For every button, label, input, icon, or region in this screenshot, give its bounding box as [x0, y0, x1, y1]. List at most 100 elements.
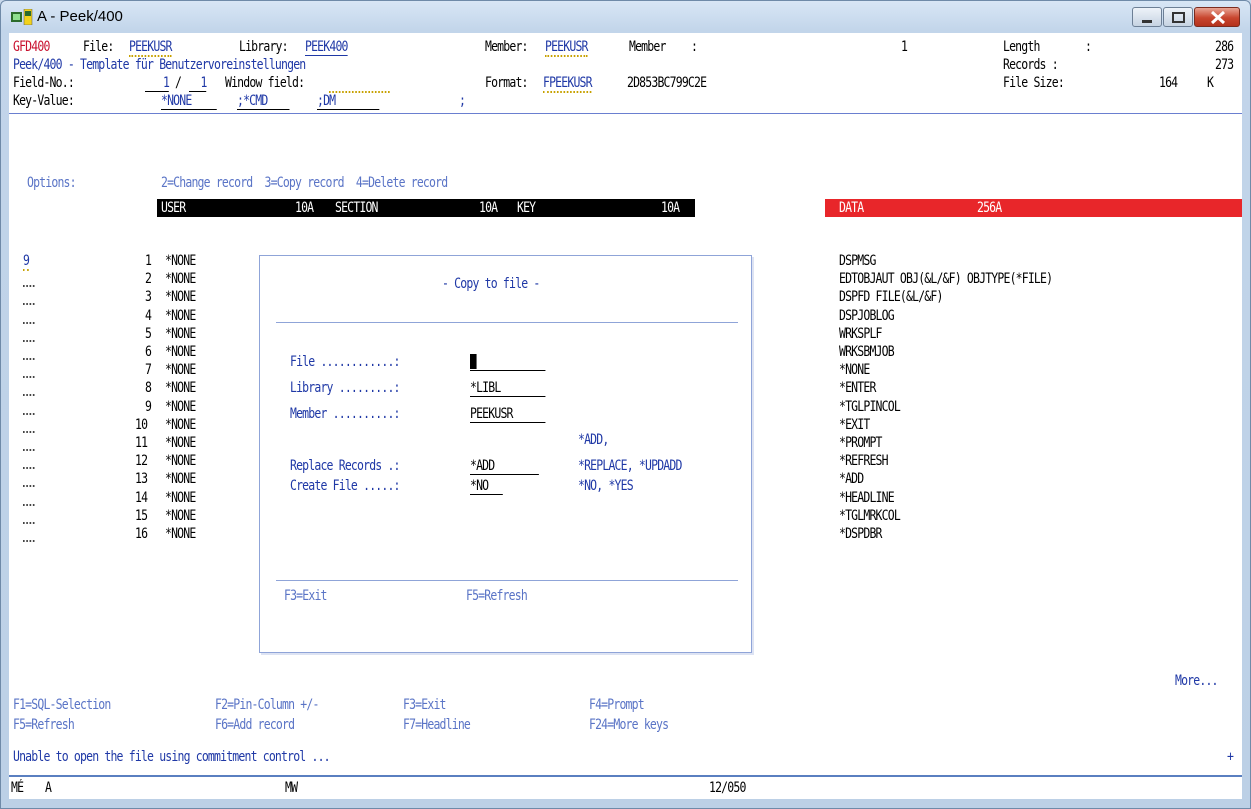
- row-option-input[interactable]: [23, 380, 35, 397]
- col-user-name[interactable]: USER: [161, 200, 186, 216]
- row-number: 2: [145, 271, 152, 288]
- fkey-f4[interactable]: F4=Prompt: [589, 697, 645, 713]
- row-user: *NONE: [165, 453, 196, 470]
- row-option-input[interactable]: [23, 399, 35, 415]
- row-option-input[interactable]: [23, 526, 35, 542]
- filesize-value: 164: [1159, 75, 1178, 91]
- row-data: *REFRESH: [839, 453, 889, 470]
- terminal-app-icon: [11, 9, 33, 25]
- member-count-value: 1: [901, 39, 908, 55]
- row-user: *NONE: [165, 344, 196, 360]
- dialog-f5-refresh[interactable]: F5=Refresh: [466, 588, 528, 604]
- fkey-f24[interactable]: F24=More keys: [589, 717, 669, 733]
- dialog-file-label: File ............:: [290, 354, 400, 370]
- key4-input[interactable]: ;: [459, 93, 466, 109]
- fkey-f5[interactable]: F5=Refresh: [13, 717, 75, 733]
- key3-input[interactable]: ;DM: [317, 93, 380, 110]
- filesize-unit: K: [1207, 75, 1214, 91]
- records-value: 273: [1215, 57, 1234, 73]
- dialog-create-input[interactable]: *NO: [470, 478, 503, 495]
- col-data-name[interactable]: DATA: [839, 200, 864, 216]
- row-number: 6: [145, 344, 152, 360]
- row-option-input[interactable]: [23, 271, 35, 288]
- row-number: 3: [145, 289, 152, 306]
- data-column-header-bar: [825, 199, 1242, 217]
- dialog-title: - Copy to file -: [442, 276, 540, 292]
- options-label: Options:: [27, 175, 77, 191]
- member-count-label: Member: [629, 39, 666, 55]
- fkey-f1[interactable]: F1=SQL-Selection: [13, 697, 111, 713]
- status-message: Unable to open the file using commitment…: [13, 749, 331, 765]
- format-value-link[interactable]: FPEEKUSR: [543, 75, 593, 93]
- dialog-replace-input[interactable]: *ADD: [470, 458, 539, 475]
- status-session: A: [45, 780, 52, 796]
- dialog-f3-exit[interactable]: F3=Exit: [284, 588, 327, 604]
- col-section-name[interactable]: SECTION: [335, 200, 378, 216]
- library-value-link[interactable]: PEEK400: [305, 39, 348, 56]
- close-button[interactable]: [1194, 7, 1240, 27]
- row-user: *NONE: [165, 380, 196, 397]
- row-user: *NONE: [165, 526, 196, 542]
- minimize-button[interactable]: [1132, 7, 1162, 27]
- row-option-input[interactable]: [23, 490, 35, 506]
- dialog-create-label: Create File .....:: [290, 478, 400, 494]
- member-value-link[interactable]: PEEKUSR: [545, 39, 588, 57]
- length-label: Length: [1003, 39, 1040, 55]
- row-option-input[interactable]: [23, 362, 35, 379]
- member-label: Member:: [485, 39, 528, 55]
- row-data: WRKSBMJOB: [839, 344, 895, 360]
- key2-input[interactable]: ;*CMD: [237, 93, 290, 110]
- row-data: DSPMSG: [839, 253, 876, 269]
- row-number: 13: [135, 471, 148, 488]
- fkey-f2[interactable]: F2=Pin-Column +/-: [215, 697, 319, 713]
- row-option-input[interactable]: [23, 471, 35, 488]
- row-option-input[interactable]: [23, 453, 35, 470]
- format-id: 2D853BC799C2E: [627, 75, 707, 91]
- maximize-button[interactable]: [1163, 7, 1193, 27]
- dialog-file-input[interactable]: [470, 354, 546, 371]
- maximize-icon: [1172, 12, 1185, 23]
- row-number: 1: [145, 253, 152, 269]
- row-number: 16: [135, 526, 148, 542]
- row-number: 9: [145, 398, 152, 415]
- row-option-input[interactable]: [23, 326, 35, 342]
- window-field-input[interactable]: [329, 75, 390, 93]
- row-option-input[interactable]: [23, 435, 35, 451]
- fieldno-b-input[interactable]: 1: [189, 75, 207, 92]
- fieldno-separator: /: [175, 75, 182, 91]
- fkey-f7[interactable]: F7=Headline: [403, 717, 471, 733]
- row-option-input[interactable]: [23, 308, 35, 324]
- row-number: 8: [145, 380, 152, 397]
- status-bar: MÉ A MW 12/050: [9, 775, 1242, 799]
- row-data: *NONE: [839, 362, 870, 379]
- row-option-input[interactable]: [23, 508, 35, 524]
- key1-input[interactable]: *NONE: [161, 93, 217, 110]
- format-label: Format:: [485, 75, 528, 91]
- status-mode: MW: [285, 780, 298, 796]
- row-data: *EXIT: [839, 416, 870, 433]
- dialog-member-input[interactable]: PEEKUSR: [470, 406, 546, 423]
- terminal-screen[interactable]: GFD400 File: PEEKUSR Library: PEEK400 Me…: [9, 33, 1242, 799]
- fkey-f3[interactable]: F3=Exit: [403, 697, 446, 713]
- col-key-name[interactable]: KEY: [517, 200, 536, 216]
- row-data: WRKSPLF: [839, 325, 882, 342]
- copy-to-file-dialog: - Copy to file - File ............: Libr…: [259, 255, 752, 653]
- row-option-input[interactable]: 9: [23, 253, 30, 271]
- column-header-bar: [157, 199, 609, 217]
- row-number: 11: [135, 435, 148, 451]
- row-data: *TGLMRKCOL: [839, 507, 901, 524]
- row-data: *HEADLINE: [839, 489, 895, 506]
- dialog-library-input[interactable]: *LIBL: [470, 380, 546, 397]
- file-value-link[interactable]: PEEKUSR: [129, 39, 172, 57]
- row-data: DSPJOBLOG: [839, 307, 895, 324]
- row-user: *NONE: [165, 325, 196, 342]
- title-bar[interactable]: A - Peek/400: [1, 1, 1250, 33]
- row-option-input[interactable]: [23, 417, 35, 433]
- row-option-input[interactable]: [23, 289, 35, 306]
- row-number: 10: [135, 416, 148, 433]
- fieldno-a-input[interactable]: 1: [145, 75, 170, 92]
- row-user: *NONE: [165, 362, 196, 379]
- row-option-input[interactable]: [23, 344, 35, 360]
- dialog-replace-label: Replace Records .:: [290, 458, 400, 474]
- fkey-f6[interactable]: F6=Add record: [215, 717, 295, 733]
